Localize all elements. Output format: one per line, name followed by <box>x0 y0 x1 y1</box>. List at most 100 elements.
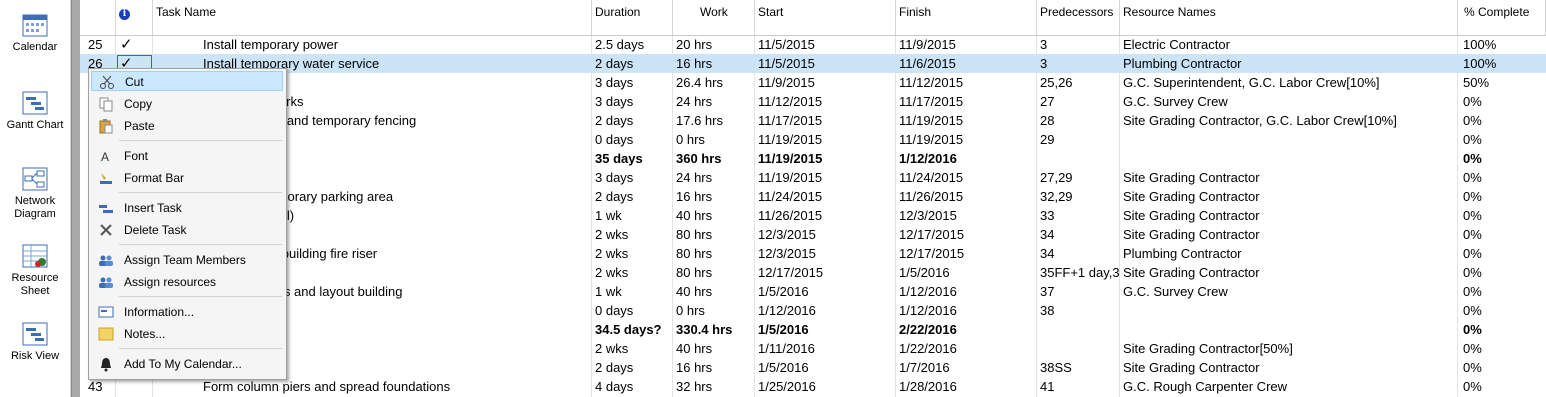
table-row[interactable]: ator pit2 days16 hrs1/5/20161/7/201638SS… <box>80 358 1546 377</box>
menu-item-notes[interactable]: Notes... <box>91 324 283 344</box>
table-row[interactable]: ray utilities0 days0 hrs11/19/201511/19/… <box>80 130 1546 149</box>
cell-duration[interactable]: 2.5 days <box>592 35 673 54</box>
cell-finish[interactable]: 11/19/2015 <box>896 130 1037 149</box>
cell-finish[interactable]: 11/19/2015 <box>896 111 1037 130</box>
menu-item-format-bar[interactable]: Format Bar <box>91 168 283 188</box>
cell-work[interactable]: 80 hrs <box>673 225 755 244</box>
cell-percent-complete[interactable]: 0% <box>1458 339 1546 358</box>
cell-start[interactable]: 11/5/2015 <box>755 54 896 73</box>
cell-work[interactable]: 0 hrs <box>673 301 755 320</box>
cell-start[interactable]: 11/19/2015 <box>755 130 896 149</box>
cell-start[interactable]: 12/3/2015 <box>755 225 896 244</box>
cell-predecessors[interactable]: 3 <box>1037 35 1120 54</box>
cell-duration[interactable]: 2 wks <box>592 263 673 282</box>
cell-percent-complete[interactable]: 0% <box>1458 377 1546 396</box>
table-row[interactable]: d Utilities35 days360 hrs11/19/20151/12/… <box>80 149 1546 168</box>
cell-duration[interactable]: 3 days <box>592 92 673 111</box>
cell-duration[interactable]: 4 days <box>592 377 673 396</box>
cell-finish[interactable]: 11/12/2015 <box>896 73 1037 92</box>
cell-finish[interactable]: 1/12/2016 <box>896 149 1037 168</box>
cell-duration[interactable]: 1 wk <box>592 282 673 301</box>
cell-percent-complete[interactable]: 50% <box>1458 73 1546 92</box>
cell-resource-names[interactable]: Site Grading Contractor[50%] <box>1120 339 1458 358</box>
cell-start[interactable]: 1/5/2016 <box>755 320 896 339</box>
header-resource-names[interactable]: Resource Names <box>1120 0 1458 35</box>
cell-work[interactable]: 360 hrs <box>673 149 755 168</box>
cell-resource-names[interactable]: Site Grading Contractor, G.C. Labor Crew… <box>1120 111 1458 130</box>
cell-finish[interactable]: 12/17/2015 <box>896 225 1037 244</box>
cell-percent-complete[interactable]: 100% <box>1458 54 1546 73</box>
cell-work[interactable]: 80 hrs <box>673 244 755 263</box>
cell-finish[interactable]: 2/22/2016 <box>896 320 1037 339</box>
cell-predecessors[interactable]: 35FF+1 day,3 <box>1037 263 1120 282</box>
table-row[interactable]: fice3 days26.4 hrs11/9/201511/12/201525,… <box>80 73 1546 92</box>
cell-percent-complete[interactable]: 0% <box>1458 168 1546 187</box>
cell-start[interactable]: 11/19/2015 <box>755 149 896 168</box>
table-row[interactable]: site grading2 wks80 hrs12/17/20151/5/201… <box>80 263 1546 282</box>
cell-resource-names[interactable]: Plumbing Contractor <box>1120 54 1458 73</box>
cell-start[interactable]: 11/9/2015 <box>755 73 896 92</box>
cell-resource-names[interactable]: Site Grading Contractor <box>1120 168 1458 187</box>
cell-start[interactable]: 11/19/2015 <box>755 168 896 187</box>
cell-work[interactable]: 32 hrs <box>673 377 755 396</box>
header-row-number[interactable] <box>80 0 116 35</box>
cell-duration[interactable]: 0 days <box>592 130 673 149</box>
cell-indicator[interactable]: ✓ <box>116 35 153 54</box>
cell-start[interactable]: 1/11/2016 <box>755 339 896 358</box>
cell-resource-names[interactable]: G.C. Survey Crew <box>1120 92 1458 111</box>
table-row[interactable]: ndations2 wks40 hrs1/11/20161/22/2016Sit… <box>80 339 1546 358</box>
cell-resource-names[interactable] <box>1120 149 1458 168</box>
cell-percent-complete[interactable]: 0% <box>1458 130 1546 149</box>
cell-resource-names[interactable]: Electric Contractor <box>1120 35 1458 54</box>
cell-work[interactable]: 16 hrs <box>673 54 755 73</box>
cell-work[interactable]: 16 hrs <box>673 187 755 206</box>
cell-finish[interactable]: 1/12/2016 <box>896 282 1037 301</box>
cell-work[interactable]: 24 hrs <box>673 92 755 111</box>
header-percent-complete[interactable]: % Complete <box>1458 0 1546 35</box>
cell-predecessors[interactable]: 25,26 <box>1037 73 1120 92</box>
cell-start[interactable]: 11/17/2015 <box>755 111 896 130</box>
view-network-diagram[interactable]: Network Diagram <box>0 166 70 221</box>
cell-finish[interactable]: 1/28/2016 <box>896 377 1037 396</box>
cell-start[interactable]: 11/24/2015 <box>755 187 896 206</box>
cell-predecessors[interactable]: 38SS <box>1037 358 1120 377</box>
cell-percent-complete[interactable]: 0% <box>1458 320 1546 339</box>
cell-resource-names[interactable] <box>1120 320 1458 339</box>
cell-finish[interactable]: 11/6/2015 <box>896 54 1037 73</box>
menu-item-insert-task[interactable]: Insert Task <box>91 198 283 218</box>
cell-row-number[interactable]: 25 <box>80 35 116 54</box>
cell-predecessors[interactable] <box>1037 339 1120 358</box>
cell-predecessors[interactable]: 38 <box>1037 301 1120 320</box>
cell-percent-complete[interactable]: 0% <box>1458 225 1546 244</box>
cell-start[interactable]: 1/25/2016 <box>755 377 896 396</box>
cell-predecessors[interactable]: 3 <box>1037 54 1120 73</box>
cell-task-name[interactable]: Install temporary power <box>153 35 592 54</box>
table-row[interactable]: 26 ✓ Install temporary water service 2 days… <box>80 54 1546 73</box>
cell-resource-names[interactable] <box>1120 130 1458 149</box>
header-info[interactable]: i <box>116 0 153 35</box>
cell-predecessors[interactable]: 28 <box>1037 111 1120 130</box>
cell-resource-names[interactable]: Site Grading Contractor <box>1120 206 1458 225</box>
table-row[interactable]: rade benchmarks3 days24 hrs11/12/201511/… <box>80 92 1546 111</box>
cell-finish[interactable]: 11/9/2015 <box>896 35 1037 54</box>
cell-resource-names[interactable]: Site Grading Contractor <box>1120 225 1458 244</box>
cell-work[interactable]: 330.4 hrs <box>673 320 755 339</box>
cell-predecessors[interactable]: 27 <box>1037 92 1120 111</box>
cell-predecessors[interactable]: 37 <box>1037 282 1120 301</box>
table-row[interactable]: g batter boards and layout building 1 wk 4… <box>80 282 1546 301</box>
cell-predecessors[interactable] <box>1037 149 1120 168</box>
table-row[interactable]: cess and temporary parking area 2 days 16 … <box>80 187 1546 206</box>
cell-resource-names[interactable]: G.C. Rough Carpenter Crew <box>1120 377 1458 396</box>
menu-item-delete-task[interactable]: Delete Task <box>91 220 283 240</box>
table-row[interactable]: lay down yard and temporary fencing 2 day… <box>80 111 1546 130</box>
cell-finish[interactable]: 1/22/2016 <box>896 339 1037 358</box>
header-duration[interactable]: Duration <box>592 0 673 35</box>
cell-finish[interactable]: 12/3/2015 <box>896 206 1037 225</box>
cell-predecessors[interactable]: 32,29 <box>1037 187 1120 206</box>
cell-duration[interactable]: 2 days <box>592 358 673 377</box>
cell-resource-names[interactable]: Site Grading Contractor <box>1120 187 1458 206</box>
cell-finish[interactable]: 11/17/2015 <box>896 92 1037 111</box>
cell-work[interactable]: 40 hrs <box>673 282 755 301</box>
cell-duration[interactable]: 0 days <box>592 301 673 320</box>
table-row[interactable]: site (cut and fill)1 wk40 hrs11/26/20151… <box>80 206 1546 225</box>
